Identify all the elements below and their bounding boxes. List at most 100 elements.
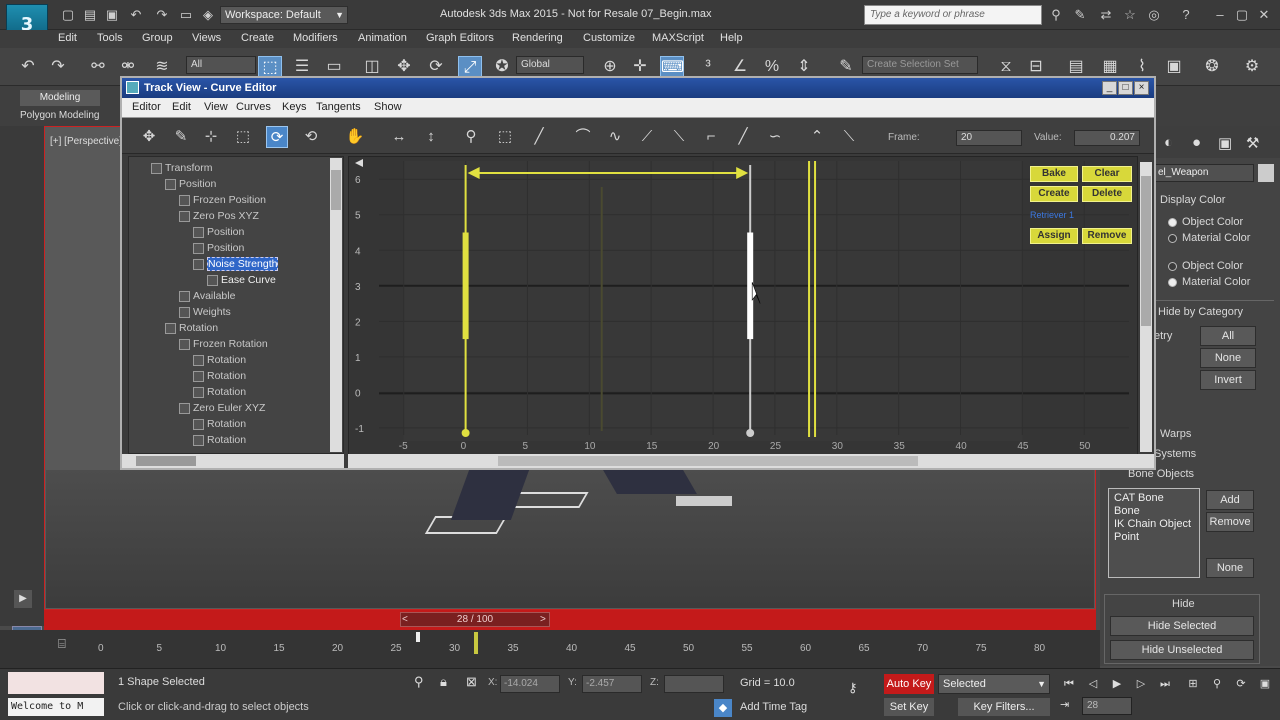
radio-wire-material-color[interactable] xyxy=(1168,234,1177,243)
tangent-smooth-icon[interactable]: ∽ xyxy=(764,126,786,148)
undo-icon[interactable]: ↶ xyxy=(16,56,40,78)
menu-rendering[interactable]: Rendering xyxy=(512,32,563,44)
z-coord-field[interactable] xyxy=(664,675,724,693)
tree-item[interactable]: Rotation xyxy=(193,433,246,447)
tv-menu-keys[interactable]: Keys xyxy=(282,101,306,113)
tree-item[interactable]: Transform xyxy=(151,161,212,175)
menu-graph-editors[interactable]: Graph Editors xyxy=(426,32,494,44)
menu-tools[interactable]: Tools xyxy=(97,32,123,44)
list-item[interactable]: IK Chain Object xyxy=(1114,518,1194,531)
lock-icon[interactable]: 🔒︎ xyxy=(440,674,447,690)
close-icon[interactable]: ✕ xyxy=(1256,7,1272,23)
redo-icon[interactable]: ↷ xyxy=(46,56,70,78)
tree-item[interactable]: Rotation xyxy=(165,321,218,335)
maxscript-listener[interactable]: Welcome to M xyxy=(8,698,104,716)
isolate-curve-icon[interactable]: ╱ xyxy=(528,126,550,148)
draw-curves-icon[interactable]: ✎ xyxy=(170,126,192,148)
frame-horizontal-icon[interactable]: ↔ xyxy=(388,126,410,148)
key-mode-dropdown[interactable]: Selected ▼ xyxy=(938,674,1050,694)
tree-item[interactable]: Rotation xyxy=(193,417,246,431)
absolute-mode-icon[interactable]: ⊠ xyxy=(466,674,477,690)
move-icon[interactable]: ✥ xyxy=(392,56,416,78)
ref-coord-dropdown[interactable]: Global xyxy=(516,56,584,74)
bake-button[interactable]: Bake xyxy=(1030,166,1078,182)
tree-item[interactable]: Zero Euler XYZ xyxy=(179,401,265,415)
key-filters-button[interactable]: Key Filters... xyxy=(958,698,1050,716)
layer-manager-icon[interactable]: ▤ xyxy=(1064,56,1088,78)
set-key-button[interactable]: Set Key xyxy=(884,698,934,716)
play-animation-icon[interactable]: ▶ xyxy=(1108,675,1126,693)
tree-item[interactable]: Frozen Rotation xyxy=(179,337,268,351)
play-icon[interactable]: ▶ xyxy=(14,590,32,608)
trackbar-current-frame-marker[interactable] xyxy=(416,632,420,642)
select-by-name-icon[interactable]: ☰ xyxy=(290,56,314,78)
graphite-icon[interactable]: ▦ xyxy=(1098,56,1122,78)
tree-item[interactable]: Rotation xyxy=(193,385,246,399)
trackbar[interactable] xyxy=(0,630,1100,670)
tree-item[interactable]: Frozen Position xyxy=(179,193,266,207)
mirror-icon[interactable]: ⧖ xyxy=(994,56,1018,78)
new-icon[interactable]: ▢ xyxy=(60,7,76,23)
list-item[interactable]: Bone xyxy=(1114,505,1194,518)
none-list-button[interactable]: None xyxy=(1206,558,1254,578)
project-folder-icon[interactable]: ▭ xyxy=(178,7,194,23)
scale-icon[interactable]: ⤢ xyxy=(458,56,482,78)
exchange-icon[interactable]: ⇄ xyxy=(1098,7,1114,23)
break-tangents-icon[interactable]: ⌃ xyxy=(806,126,828,148)
range-end-marker[interactable] xyxy=(746,429,755,437)
object-color-swatch[interactable] xyxy=(1258,164,1274,182)
pan-icon[interactable]: ✋ xyxy=(344,126,366,148)
menu-create[interactable]: Create xyxy=(241,32,274,44)
rect-selection-icon[interactable]: ▭ xyxy=(322,56,346,78)
tree-scrollbar[interactable] xyxy=(330,158,342,452)
goto-start-icon[interactable]: ⏮ xyxy=(1060,675,1078,693)
curve-graph[interactable]: 6 5 4 3 2 1 0 -1 -5 0 5 10 15 20 25 30 35 40 45 50 xyxy=(348,156,1138,456)
create-button[interactable]: Create xyxy=(1030,186,1078,202)
key-icon[interactable]: ⚷ xyxy=(848,680,858,696)
remove-button[interactable]: Remove xyxy=(1206,512,1254,532)
menu-animation[interactable]: Animation xyxy=(358,32,407,44)
link-icon[interactable]: ⚯ xyxy=(86,56,110,78)
key-mode-toggle-icon[interactable]: ⇥ xyxy=(1060,698,1069,711)
manipulate-icon[interactable]: ✛ xyxy=(628,56,652,78)
selection-filter-dropdown[interactable]: All xyxy=(186,56,256,74)
tangent-auto-icon[interactable]: ⌒ xyxy=(572,126,594,148)
tv-menu-tangents[interactable]: Tangents xyxy=(316,101,361,113)
ribbon-sub-label[interactable]: Polygon Modeling xyxy=(20,110,100,121)
tree-item[interactable]: Noise Strength xyxy=(193,257,279,271)
add-button[interactable]: Add xyxy=(1206,490,1254,510)
hide-rollout-title[interactable]: Hide xyxy=(1172,598,1195,610)
bind-spacewarp-icon[interactable]: ≋ xyxy=(150,56,174,78)
tv-menu-curves[interactable]: Curves xyxy=(236,101,271,113)
controller-tree[interactable]: Transform Position Frozen Position Zero Pos… xyxy=(128,156,344,454)
zoom-extents-icon[interactable]: ⊞ xyxy=(1184,675,1202,693)
tangent-slow-icon[interactable]: ⟍ xyxy=(668,126,690,148)
clear-button[interactable]: Clear xyxy=(1082,166,1132,182)
y-coord-field[interactable]: -2.457 xyxy=(582,675,642,693)
menu-customize[interactable]: Customize xyxy=(583,32,635,44)
create-tab-icon[interactable]: ◐ xyxy=(1164,134,1173,151)
selection-set-dropdown[interactable]: Create Selection Set xyxy=(862,56,978,74)
insert-keys-icon[interactable]: ⊹ xyxy=(200,126,222,148)
select-object-icon[interactable]: ⬚ xyxy=(258,56,282,78)
trackbar-key[interactable] xyxy=(474,632,478,654)
time-slider-prev-icon[interactable]: < xyxy=(402,614,408,625)
track-view-title-bar[interactable]: Track View - Curve Editor xyxy=(122,78,1154,98)
search-input[interactable]: Type a keyword or phrase xyxy=(864,5,1042,25)
category-listbox[interactable]: CAT Bone Bone IK Chain Object Point xyxy=(1108,488,1200,578)
tv-menu-edit[interactable]: Edit xyxy=(172,101,191,113)
minimize-icon[interactable]: – xyxy=(1212,7,1228,23)
assign-button[interactable]: Assign xyxy=(1030,228,1078,244)
auto-key-button[interactable]: Auto Key xyxy=(884,674,934,694)
unify-tangents-icon[interactable]: ⟍ xyxy=(838,126,860,148)
rotate-icon[interactable]: ⟳ xyxy=(424,56,448,78)
tree-item[interactable]: Position xyxy=(193,241,244,255)
invert-button[interactable]: Invert xyxy=(1200,370,1256,390)
render-setup-icon[interactable]: ⚙ xyxy=(1240,56,1264,78)
tree-item[interactable]: Rotation xyxy=(193,353,246,367)
frame-vertical-icon[interactable]: ↕ xyxy=(420,126,442,148)
hide-unselected-button[interactable]: Hide Unselected xyxy=(1110,640,1254,660)
scroll-thumb[interactable] xyxy=(498,456,918,466)
display-tab-icon[interactable]: ● xyxy=(1192,134,1201,151)
prev-frame-icon[interactable]: ◁ xyxy=(1084,675,1102,693)
